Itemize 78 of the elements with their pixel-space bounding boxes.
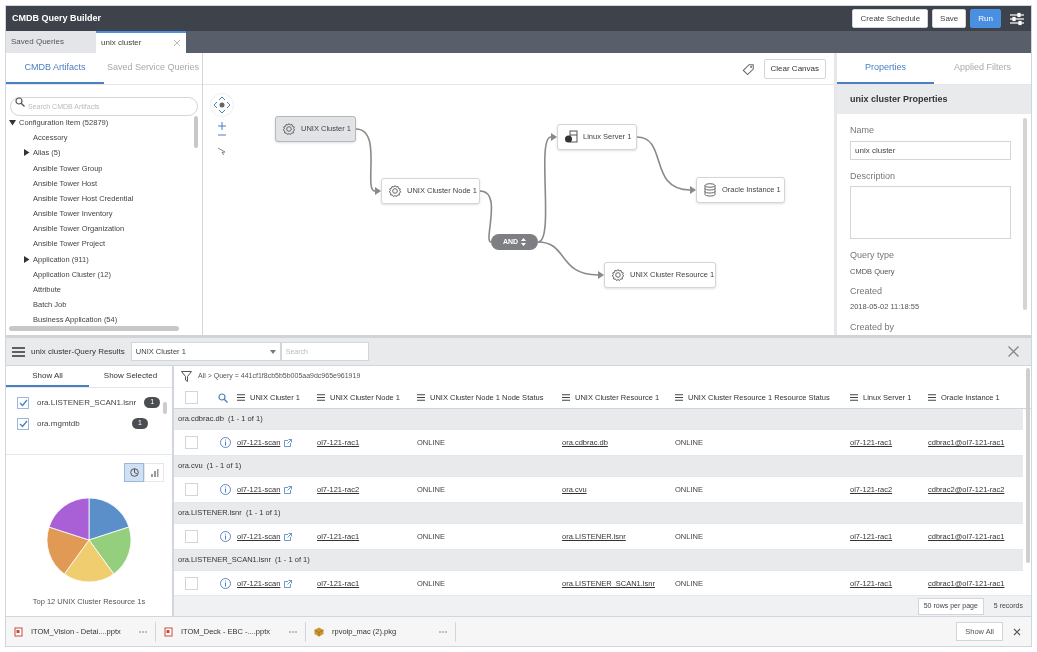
window-title: CMDB Query Builder (12, 11, 102, 25)
column-menu-icon[interactable] (562, 394, 570, 401)
pie-chart-icon (129, 468, 139, 477)
search-icon[interactable] (218, 392, 228, 403)
connector-arrow (636, 136, 696, 194)
checkbox[interactable] (17, 417, 29, 430)
zoom-in-icon[interactable] (218, 122, 226, 130)
scrollbar-thumb[interactable] (1023, 118, 1027, 310)
gear-icon (388, 184, 402, 198)
search-icon (15, 96, 25, 107)
package-icon (314, 626, 324, 637)
info-icon[interactable] (220, 531, 231, 542)
panel-tab[interactable]: CMDB Artifacts (6, 53, 104, 84)
column-menu-icon[interactable] (928, 394, 936, 401)
filter-item-label: ora.mgmtdb (37, 417, 81, 430)
panel-tab[interactable]: Show All (6, 366, 89, 387)
bar-chart-icon (149, 468, 159, 477)
column-menu-icon[interactable] (317, 394, 325, 401)
document-icon (14, 626, 23, 637)
gear-icon (282, 122, 296, 136)
filter-item-label: ora.LISTENER_SCAN1.lsnr (37, 396, 137, 409)
info-icon[interactable] (220, 578, 231, 589)
field-label: Created by (850, 320, 896, 334)
database-icon (703, 183, 717, 197)
field-label: Query type (850, 249, 896, 262)
name-field[interactable]: unix cluster (850, 140, 1011, 160)
external-link-icon[interactable] (284, 485, 293, 494)
server-icon (564, 130, 578, 144)
pan-control-icon[interactable] (210, 93, 234, 117)
field-label: Description (850, 169, 897, 183)
filter-icon[interactable] (181, 371, 192, 382)
menu-icon[interactable] (12, 346, 25, 357)
results-title: unix cluster-Query Results (31, 345, 125, 358)
scrollbar-thumb[interactable] (1026, 368, 1030, 563)
close-icon[interactable] (1013, 627, 1021, 636)
check-icon (18, 398, 28, 407)
column-menu-icon[interactable] (850, 394, 858, 401)
external-link-icon[interactable] (284, 579, 293, 588)
external-link-icon[interactable] (284, 438, 293, 447)
document-tab[interactable]: Saved Queries (6, 31, 96, 53)
scrollbar-thumb[interactable] (163, 402, 167, 414)
checkbox[interactable] (185, 577, 198, 590)
clear-canvas-button[interactable]: Clear Canvas (763, 58, 826, 79)
checkbox[interactable] (17, 396, 29, 409)
field-label: Name (850, 124, 875, 137)
info-icon[interactable] (220, 437, 231, 448)
check-icon (18, 419, 28, 428)
description-field[interactable] (850, 186, 1011, 239)
gear-icon (611, 268, 625, 282)
tag-icon[interactable] (741, 61, 756, 76)
checkbox[interactable] (185, 483, 198, 496)
document-tab[interactable]: unix cluster (96, 31, 186, 53)
panel-tab[interactable]: Show Selected (89, 366, 172, 387)
toolbar-button[interactable]: Save (932, 9, 967, 28)
bar-chart-button[interactable] (144, 463, 164, 482)
field-label: Created (850, 284, 884, 298)
toolbar-button[interactable]: Create Schedule (852, 9, 929, 28)
checkbox[interactable] (185, 436, 198, 449)
scrollbar-thumb[interactable] (194, 116, 198, 148)
connector-arrow (355, 128, 381, 195)
collapsed-caret-icon[interactable] (23, 149, 30, 157)
column-menu-icon[interactable] (237, 394, 245, 401)
caret-icon (269, 349, 276, 354)
panel-heading: unix cluster Properties (837, 85, 1031, 114)
checkbox[interactable] (185, 391, 198, 404)
column-menu-icon[interactable] (675, 394, 683, 401)
checkbox[interactable] (185, 530, 198, 543)
column-menu-icon[interactable] (417, 394, 425, 401)
collapsed-caret-icon[interactable] (23, 255, 30, 263)
expanded-caret-icon[interactable] (9, 119, 16, 127)
scrollbar-thumb[interactable] (9, 326, 179, 331)
pie-chart-button[interactable] (124, 463, 144, 482)
info-icon[interactable] (220, 484, 231, 495)
settings-icon[interactable] (1009, 11, 1025, 26)
external-link-icon[interactable] (284, 532, 293, 541)
document-icon (164, 626, 173, 637)
close-icon[interactable] (1008, 346, 1019, 357)
up-down-arrow-icon (521, 238, 527, 246)
